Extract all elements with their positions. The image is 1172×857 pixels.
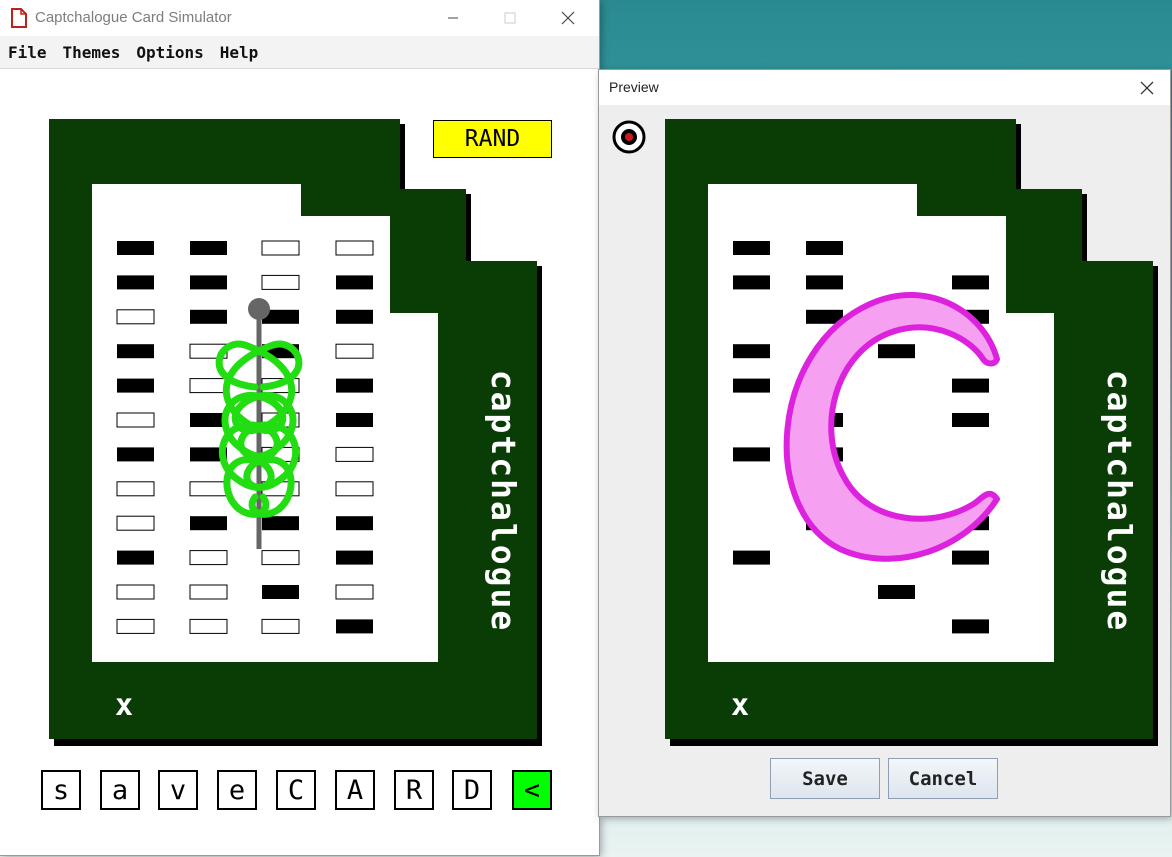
punch-hole [189, 378, 228, 394]
punch-hole [190, 275, 227, 290]
close-icon[interactable] [545, 0, 591, 35]
punch-hole [733, 241, 770, 255]
punch-hole [733, 275, 770, 290]
punch-hole [336, 550, 373, 565]
menu-help[interactable]: Help [220, 43, 259, 62]
punch-hole [117, 447, 154, 462]
key-A[interactable]: A [335, 770, 375, 810]
preview-card: captchalogue x [665, 119, 1163, 749]
camera-lens-icon [612, 120, 646, 154]
card-corner-mark: x [115, 688, 133, 723]
window-title: Captchalogue Card Simulator [35, 9, 232, 26]
punch-hole [336, 619, 373, 634]
java-app-icon [11, 8, 27, 28]
punch-hole [336, 275, 373, 290]
punch-hole [117, 378, 154, 393]
card-brand-text: captchalogue [484, 370, 523, 632]
captcha-card[interactable]: captchalogue x [49, 119, 547, 749]
punch-hole [117, 344, 154, 359]
punch-hole [116, 584, 155, 600]
punch-hole [335, 446, 374, 462]
punch-hole [733, 378, 770, 393]
backspace-key[interactable]: < [512, 770, 552, 810]
punch-hole [336, 413, 373, 427]
punch-hole [190, 309, 227, 324]
menu-themes[interactable]: Themes [63, 43, 121, 62]
key-s[interactable]: s [41, 770, 81, 810]
key-v[interactable]: v [158, 770, 198, 810]
maximize-icon [487, 0, 533, 35]
punch-hole [878, 585, 915, 599]
punch-hole [116, 515, 155, 531]
menu-bar: File Themes Options Help [0, 36, 599, 69]
punch-hole [336, 309, 373, 324]
menu-file[interactable]: File [8, 43, 47, 62]
punch-hole [116, 481, 155, 497]
rand-button[interactable]: RAND [433, 120, 552, 158]
key-a[interactable]: a [100, 770, 140, 810]
punch-hole [336, 516, 373, 531]
key-e[interactable]: e [217, 770, 257, 810]
punch-hole [261, 240, 300, 256]
punch-hole [952, 619, 989, 634]
punch-hole [190, 413, 227, 427]
punch-hole [952, 413, 989, 427]
key-C[interactable]: C [276, 770, 316, 810]
punch-hole [733, 344, 770, 359]
punch-hole [190, 241, 227, 255]
punch-hole [262, 585, 299, 599]
punch-hole [116, 412, 155, 428]
key-R[interactable]: R [394, 770, 434, 810]
punch-hole [952, 550, 989, 565]
punch-hole [117, 241, 154, 255]
punch-hole [261, 618, 300, 634]
preview-title-bar[interactable]: Preview [599, 70, 1170, 105]
punch-hole [261, 550, 300, 566]
punch-hole [878, 344, 915, 359]
punch-hole [335, 240, 374, 256]
punch-hole [733, 447, 770, 462]
menu-options[interactable]: Options [136, 43, 203, 62]
card-corner-mark: x [731, 688, 749, 723]
punch-hole [336, 378, 373, 393]
punch-hole [189, 481, 228, 497]
punch-hole [189, 584, 228, 600]
punch-hole [117, 275, 154, 290]
minimize-icon[interactable] [430, 0, 476, 35]
punch-hole [189, 550, 228, 566]
card-brand-text: captchalogue [1100, 370, 1139, 632]
main-window: Captchalogue Card Simulator File Themes … [0, 0, 599, 855]
preview-dialog: Preview captchalogue x Save Cancel [599, 70, 1170, 816]
punch-hole [189, 618, 228, 634]
punch-hole [117, 550, 154, 565]
punch-hole [806, 275, 843, 290]
punch-hole [116, 618, 155, 634]
close-icon[interactable] [1124, 70, 1170, 105]
punch-hole [190, 516, 227, 531]
punch-hole [335, 343, 374, 359]
punch-hole [116, 309, 155, 325]
punch-hole [952, 378, 989, 393]
punch-hole [733, 550, 770, 565]
save-button[interactable]: Save [770, 758, 880, 799]
punch-hole [806, 241, 843, 255]
cancel-button[interactable]: Cancel [888, 758, 998, 799]
punch-hole [335, 584, 374, 600]
key-D[interactable]: D [452, 770, 492, 810]
preview-title: Preview [609, 79, 659, 95]
punch-hole [261, 274, 300, 290]
punch-hole [262, 516, 299, 531]
punch-hole [952, 275, 989, 290]
punch-hole [335, 481, 374, 497]
title-bar[interactable]: Captchalogue Card Simulator [0, 0, 599, 35]
